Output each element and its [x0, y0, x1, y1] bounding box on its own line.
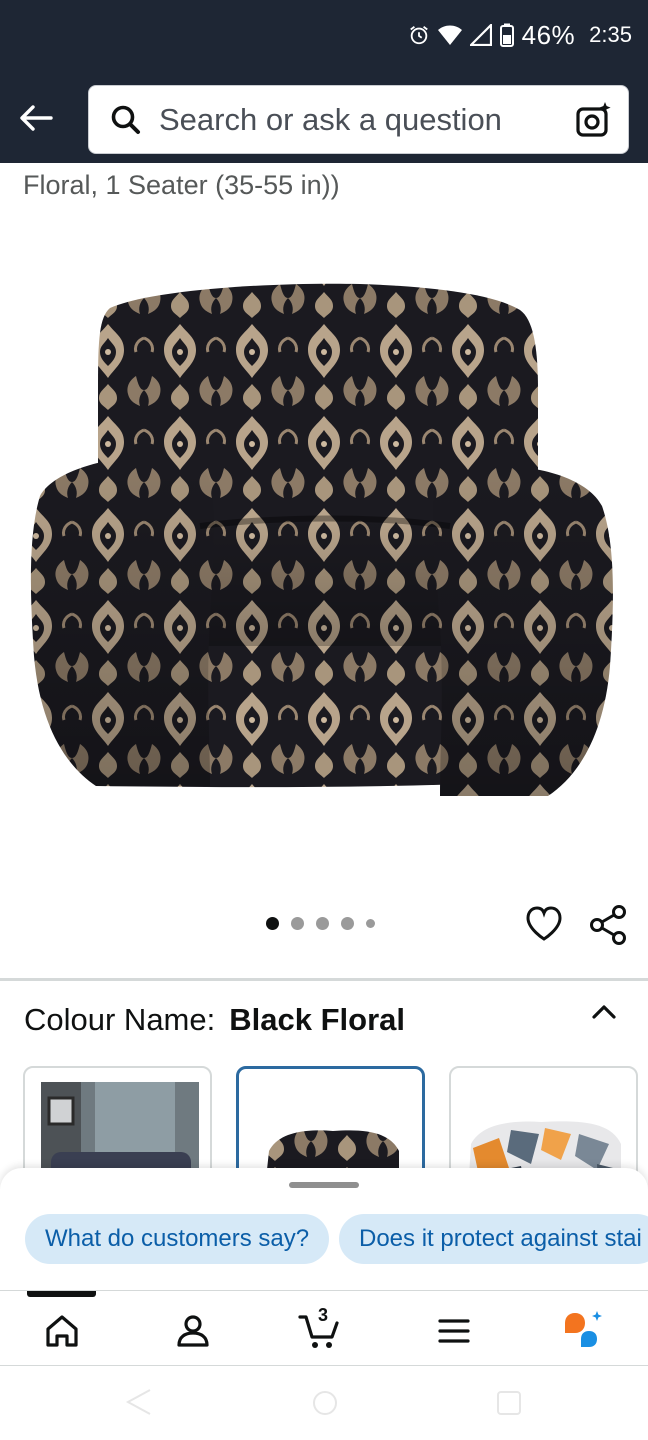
bottom-nav: 3	[0, 1290, 648, 1366]
cart-count: 3	[318, 1305, 329, 1325]
cart-button[interactable]: 3	[298, 1305, 342, 1353]
back-button[interactable]	[14, 96, 58, 140]
pagination-dot[interactable]	[341, 917, 354, 930]
alarm-icon	[409, 26, 428, 45]
suggestions-sheet: What do customers say? Does it protect a…	[0, 1168, 648, 1290]
camera-search-icon[interactable]	[574, 100, 614, 140]
home-icon[interactable]	[40, 1309, 84, 1353]
battery-icon	[499, 23, 514, 47]
chevron-up-icon[interactable]	[588, 998, 620, 1024]
system-recents-icon[interactable]	[494, 1388, 524, 1418]
system-nav-bar	[0, 1366, 648, 1440]
battery-percent: 46%	[521, 19, 576, 50]
system-back-icon[interactable]	[124, 1388, 154, 1418]
search-icon	[111, 105, 140, 134]
account-icon[interactable]	[171, 1309, 215, 1353]
section-divider	[0, 978, 648, 981]
product-image[interactable]	[0, 226, 648, 876]
arrow-left-icon	[20, 105, 53, 131]
suggestion-chip[interactable]: What do customers say?	[25, 1214, 330, 1264]
image-pagination[interactable]	[266, 917, 375, 930]
menu-icon[interactable]	[432, 1309, 476, 1353]
variation-value: Black Floral	[229, 1002, 405, 1037]
sheet-drag-handle[interactable]	[289, 1182, 359, 1188]
status-bar: 46% 2:35	[408, 18, 632, 52]
product-title-snippet: Floral, 1 Seater (35-55 in))	[23, 170, 340, 200]
suggestion-chip[interactable]: Does it protect against stai	[339, 1214, 648, 1264]
heart-icon[interactable]	[524, 904, 564, 944]
pagination-dot[interactable]	[316, 917, 329, 930]
search-input[interactable]	[159, 101, 574, 138]
variation-header: Colour Name: Black Floral	[24, 1002, 405, 1038]
pagination-dot[interactable]	[366, 919, 375, 928]
share-icon[interactable]	[588, 904, 628, 946]
clock: 2:35	[589, 22, 632, 47]
top-bar: 46% 2:35	[0, 0, 648, 163]
wifi-icon	[437, 25, 462, 45]
signal-icon	[469, 24, 492, 46]
system-home-icon[interactable]	[310, 1388, 340, 1418]
variation-label: Colour Name:	[24, 1002, 216, 1037]
pagination-dot[interactable]	[291, 917, 304, 930]
nav-active-indicator	[27, 1291, 96, 1297]
search-bar[interactable]	[88, 85, 629, 154]
pagination-dot[interactable]	[266, 917, 279, 930]
rufus-icon[interactable]	[561, 1309, 605, 1353]
